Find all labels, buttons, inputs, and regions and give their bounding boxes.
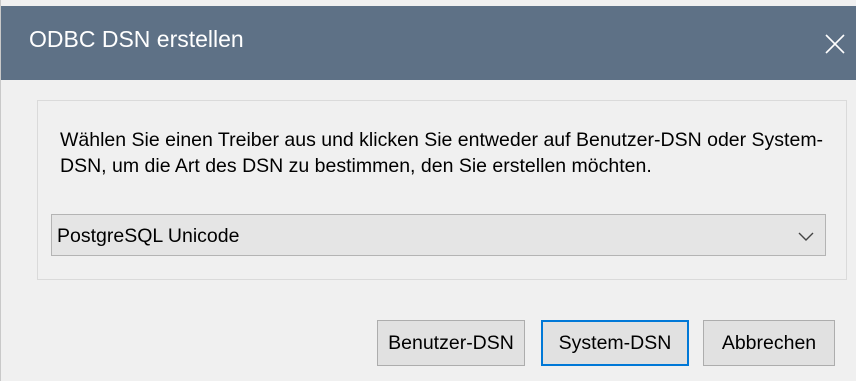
close-button[interactable] <box>817 24 853 64</box>
cancel-button[interactable]: Abbrechen <box>703 320 835 366</box>
driver-select-value: PostgreSQL Unicode <box>57 225 240 247</box>
chevron-down-icon <box>798 232 814 241</box>
system-dsn-button[interactable]: System-DSN <box>541 320 689 366</box>
title-bar: ODBC DSN erstellen <box>1 6 856 80</box>
dialog-window: ODBC DSN erstellen Wählen Sie einen Trei… <box>0 0 856 381</box>
window-title: ODBC DSN erstellen <box>29 26 244 52</box>
driver-select[interactable]: PostgreSQL Unicode <box>51 214 826 256</box>
driver-group-box: Wählen Sie einen Treiber aus und klicken… <box>37 100 847 280</box>
user-dsn-button[interactable]: Benutzer-DSN <box>377 320 525 366</box>
instruction-text: Wählen Sie einen Treiber aus und klicken… <box>60 129 824 177</box>
close-icon <box>825 34 845 54</box>
